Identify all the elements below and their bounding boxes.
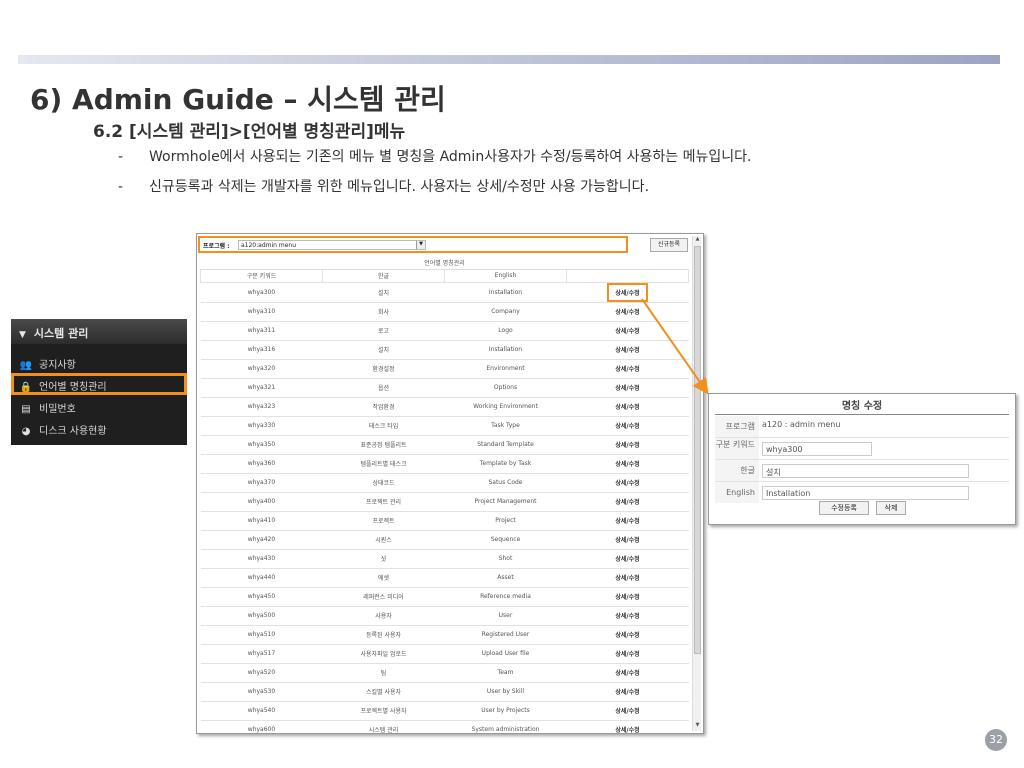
edit-row-korean: 한글 설치 [715, 460, 1009, 482]
english-field-label: English [715, 482, 759, 503]
page-number-badge: 32 [985, 729, 1007, 751]
save-edit-button[interactable]: 수정등록 [819, 501, 869, 515]
keyword-input[interactable]: whya300 [762, 442, 872, 456]
korean-input[interactable]: 설치 [762, 464, 969, 478]
edit-row-program: 프로그램 a120 : admin menu [715, 416, 1009, 438]
keyword-field-label: 구분 키워드 [715, 438, 759, 459]
korean-field-label: 한글 [715, 460, 759, 481]
program-field-value: a120 : admin menu [762, 420, 841, 429]
delete-button[interactable]: 삭제 [876, 501, 906, 515]
english-input[interactable]: Installation [762, 486, 969, 500]
edit-name-dialog: 명칭 수정 프로그램 a120 : admin menu 구분 키워드 whya… [708, 393, 1016, 525]
edit-row-keyword: 구분 키워드 whya300 [715, 438, 1009, 460]
callout-arrow [641, 298, 709, 395]
edit-dialog-title: 명칭 수정 [841, 401, 883, 412]
edit-dialog-divider [715, 414, 1009, 415]
program-field-label: 프로그램 [715, 416, 759, 437]
